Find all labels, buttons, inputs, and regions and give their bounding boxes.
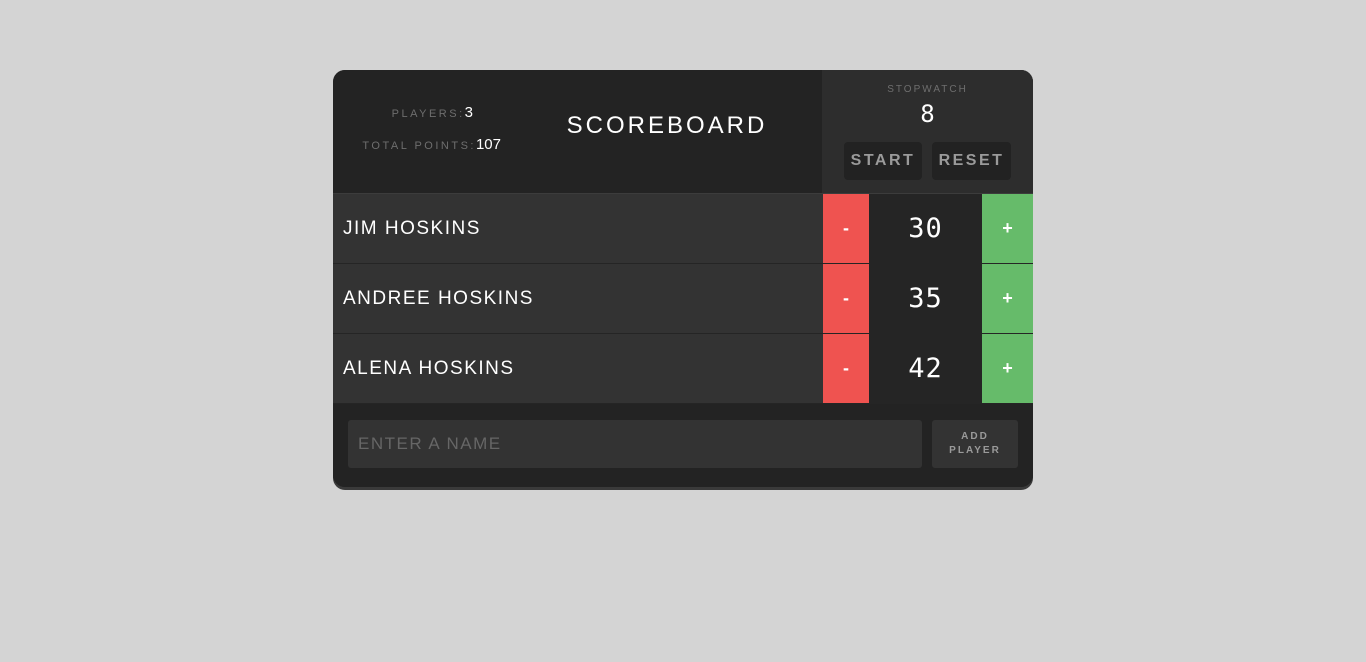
- player-name: ALENA HOSKINS: [343, 358, 515, 379]
- increment-button[interactable]: +: [982, 334, 1033, 403]
- add-player-button[interactable]: ADD PLAYER: [932, 420, 1018, 468]
- player-name-input[interactable]: [348, 420, 922, 468]
- player-name: JIM HOSKINS: [343, 218, 481, 239]
- page-title: SCOREBOARD: [566, 112, 768, 139]
- start-button[interactable]: START: [844, 142, 922, 180]
- score-counter: - 42 +: [823, 334, 1033, 403]
- player-row: ANDREE HOSKINS - 35 +: [333, 264, 1033, 334]
- scoreboard: PLAYERS: 3 TOTAL POINTS: 107 SCOREBOARD …: [333, 70, 1033, 487]
- player-name: ANDREE HOSKINS: [343, 288, 534, 309]
- increment-button[interactable]: +: [982, 194, 1033, 263]
- score-counter: - 35 +: [823, 264, 1033, 333]
- total-points-value: 107: [475, 136, 501, 153]
- stopwatch-label: STOPWATCH: [887, 84, 968, 95]
- player-score: 35: [908, 283, 943, 314]
- player-score: 30: [908, 213, 943, 244]
- stats-panel: PLAYERS: 3 TOTAL POINTS: 107: [333, 70, 533, 193]
- players-stat: PLAYERS: 3: [392, 104, 473, 121]
- decrement-button[interactable]: -: [823, 264, 869, 333]
- add-player-form: ADD PLAYER: [333, 404, 1033, 487]
- player-row: ALENA HOSKINS - 42 +: [333, 334, 1033, 404]
- player-score: 42: [908, 353, 943, 384]
- reset-button[interactable]: RESET: [932, 142, 1011, 180]
- stopwatch: STOPWATCH 8 START RESET: [822, 70, 1033, 193]
- decrement-button[interactable]: -: [823, 194, 869, 263]
- players-count: 3: [464, 104, 473, 121]
- decrement-button[interactable]: -: [823, 334, 869, 403]
- stopwatch-time: 8: [920, 100, 935, 128]
- total-points-stat: TOTAL POINTS: 107: [362, 136, 501, 153]
- players-label: PLAYERS:: [391, 108, 465, 120]
- scoreboard-header: PLAYERS: 3 TOTAL POINTS: 107 SCOREBOARD …: [333, 70, 1033, 194]
- increment-button[interactable]: +: [982, 264, 1033, 333]
- player-row: JIM HOSKINS - 30 +: [333, 194, 1033, 264]
- score-counter: - 30 +: [823, 194, 1033, 263]
- total-points-label: TOTAL POINTS:: [362, 140, 476, 152]
